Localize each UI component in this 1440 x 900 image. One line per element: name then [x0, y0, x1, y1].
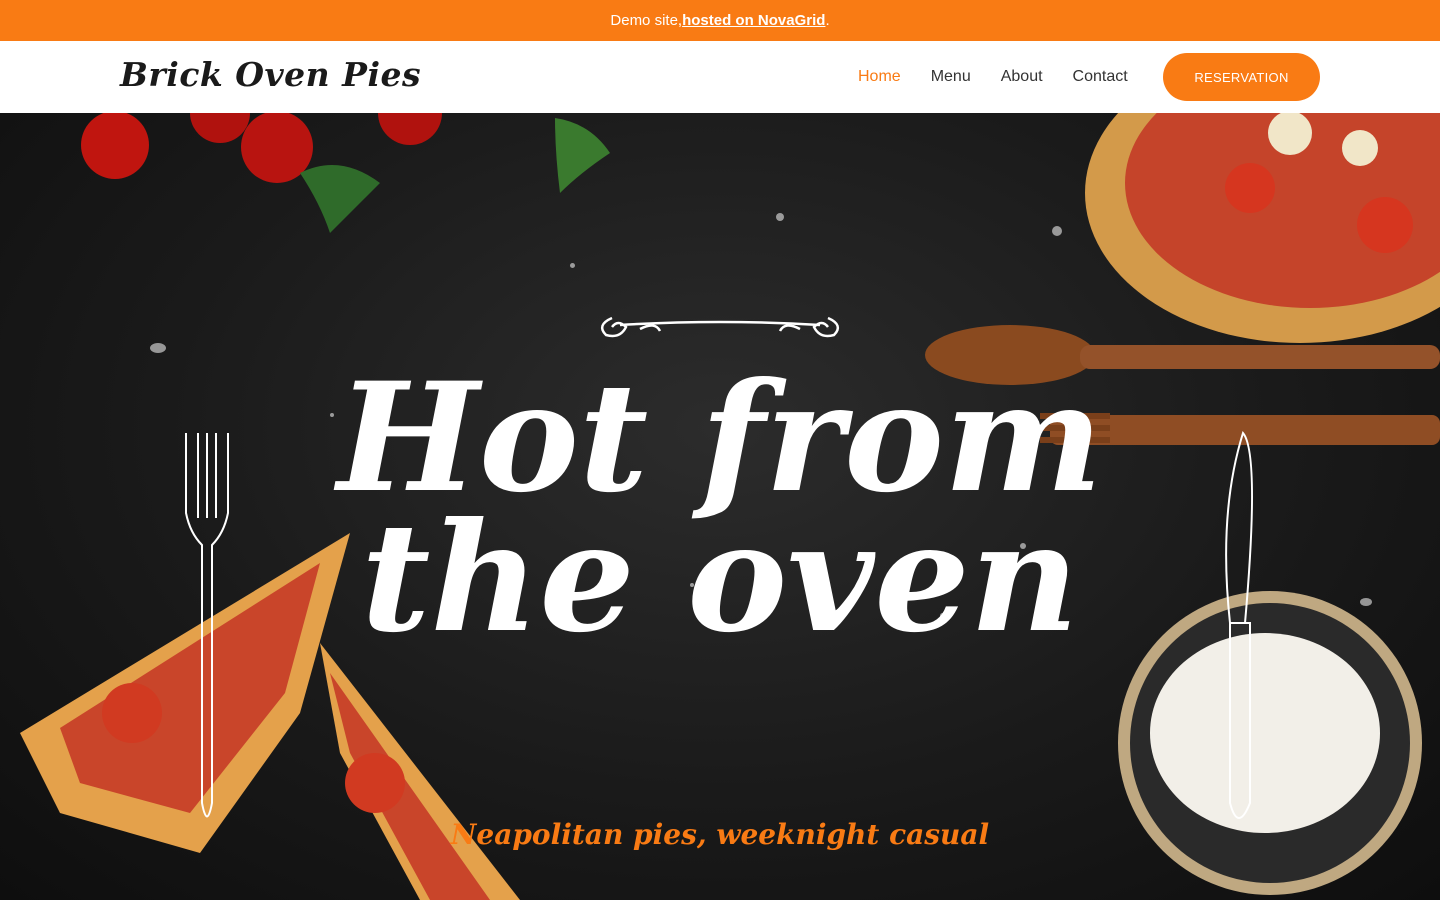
- notice-hosting-link[interactable]: hosted on NovaGrid: [682, 12, 825, 29]
- hero-section: Hot from the oven Neapolitan pies, weekn…: [0, 113, 1440, 900]
- tomato-icon: [81, 113, 149, 179]
- notice-suffix: .: [825, 12, 830, 29]
- reservation-button[interactable]: RESERVATION: [1163, 53, 1320, 101]
- demo-notice-bar: Demo site, hosted on NovaGrid.: [0, 0, 1440, 41]
- parsley-icon: [555, 118, 610, 193]
- notice-text: Demo site,: [610, 12, 683, 29]
- main-nav: Home Menu About Contact: [858, 41, 1158, 113]
- site-header: Brick Oven Pies Home Menu About Contact …: [0, 41, 1440, 113]
- tomato-icon: [378, 113, 442, 145]
- basil-leaf-icon: [300, 165, 380, 233]
- nav-contact[interactable]: Contact: [1073, 68, 1128, 86]
- hero-title: Hot from the oven: [337, 350, 1103, 666]
- tomato-icon: [190, 113, 250, 143]
- flourish-divider-icon: [600, 316, 840, 338]
- nav-about[interactable]: About: [1001, 68, 1043, 86]
- nav-menu[interactable]: Menu: [931, 68, 971, 86]
- site-logo[interactable]: Brick Oven Pies: [120, 55, 421, 94]
- hero-subtitle: Neapolitan pies, weeknight casual: [450, 818, 990, 851]
- nav-home[interactable]: Home: [858, 68, 901, 86]
